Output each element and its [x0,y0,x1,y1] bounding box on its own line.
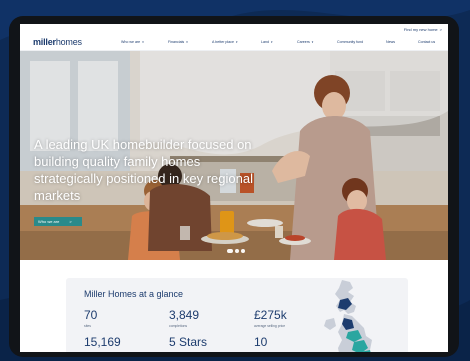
carousel-dot[interactable] [227,249,233,253]
carousel-indicators [227,249,245,253]
main-navigation-bar: millerhomes Who we are ▾ Financials ▾ A be… [20,34,448,51]
stat-regions: 10 [254,336,267,349]
chevron-down-icon: ▾ [186,40,188,44]
logo-wordmark-bold: miller [33,37,56,47]
stat-average-selling-price: £275k average selling price [254,308,287,329]
chevron-down-icon: ▾ [271,40,273,44]
nav-item-label: Contact us [418,40,436,44]
stat-value: 70 [84,308,98,322]
nav-item-financials[interactable]: Financials ▾ [168,40,212,44]
stat-value: 15,169 [84,335,121,349]
logo-wordmark-light: homes [55,37,82,47]
nav-item-land[interactable]: Land ▾ [261,40,297,44]
stat-label: completions [169,324,188,328]
stat-sites: 70 sites [84,308,98,329]
miller-homes-logo[interactable]: millerhomes [33,37,113,47]
nav-item-label: A better place [212,40,234,44]
carousel-dot[interactable] [241,249,245,253]
at-a-glance-title: Miller Homes at a glance [84,289,184,299]
stat-value: 10 [254,335,268,349]
nav-item-news[interactable]: News [386,40,418,44]
nav-item-contact-us[interactable]: Contact us [418,40,448,44]
find-home-label: Find my new home [403,26,438,32]
stat-label: sites [84,324,91,328]
nav-item-who-we-are[interactable]: Who we are ▾ [121,40,168,44]
nav-item-community-fund[interactable]: Community fund [337,40,386,44]
at-a-glance-card: Miller Homes at a glance 70 sites 3,849 … [66,278,408,352]
chevron-down-icon: ▾ [142,40,144,44]
chevron-right-icon: > [69,219,72,224]
uk-regions-map [324,280,372,352]
nav-menu: Who we are ▾ Financials ▾ A better place ▾ … [121,40,448,44]
chevron-down-icon: ▾ [235,40,238,44]
stat-completions: 3,849 completions [169,308,200,329]
chevron-right-icon: > [439,26,442,32]
browser-screen: Find my new home > millerhomes Who we ar… [20,24,448,352]
stat-value: 5 Stars [169,335,208,349]
at-a-glance-section: Miller Homes at a glance 70 sites 3,849 … [20,260,448,352]
nav-item-label: Land [261,40,269,44]
who-we-are-button[interactable]: Who we are > [34,217,82,226]
nav-item-label: Financials [168,40,185,44]
stat-label: average selling price [254,324,286,328]
nav-item-label: News [386,40,395,44]
nav-item-label: Careers [297,40,310,44]
stat-value: 3,849 [169,308,200,322]
find-my-new-home-link[interactable]: Find my new home > [404,27,442,32]
hero-banner: A leading UK homebuilder focused on buil… [20,51,448,260]
nav-item-careers[interactable]: Careers ▾ [297,40,337,44]
stat-land-plots: 15,169 [84,336,121,349]
nav-item-label: Who we are [121,40,141,44]
chevron-down-icon: ▾ [311,40,314,44]
stat-rating: 5 Stars [169,336,207,349]
nav-item-label: Community fund [337,40,364,44]
utility-bar: Find my new home > [20,24,448,34]
stat-value: £275k [254,308,287,322]
who-we-are-button-label: Who we are [38,219,60,224]
carousel-dot[interactable] [235,249,239,253]
nav-item-a-better-place[interactable]: A better place ▾ [212,40,261,44]
hero-headline: A leading UK homebuilder focused on buil… [34,137,253,203]
